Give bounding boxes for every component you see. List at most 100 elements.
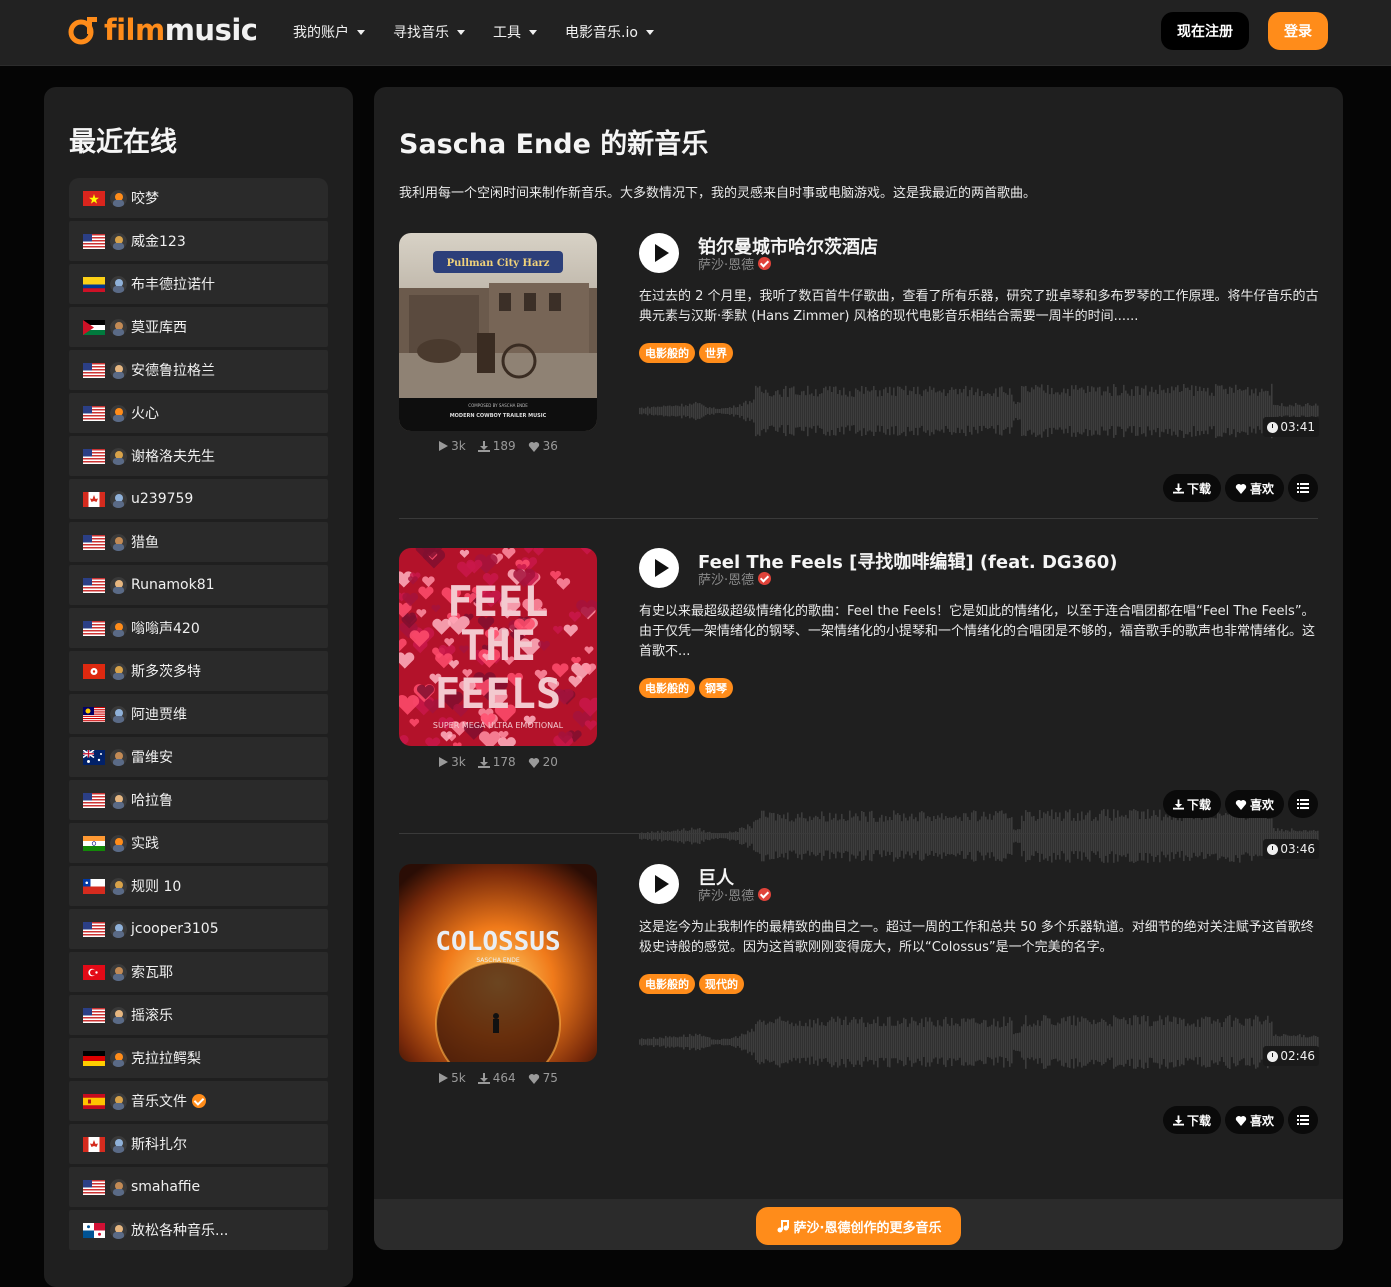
country-flag-icon [83, 620, 105, 636]
online-user-row[interactable]: 实践 [69, 823, 328, 863]
online-user-row[interactable]: 音乐文件 [69, 1081, 328, 1121]
login-button[interactable]: 登录 [1268, 12, 1328, 50]
user-name: 克拉拉鳄梨 [131, 1051, 201, 1067]
play-button[interactable] [639, 233, 679, 273]
online-user-row[interactable]: jcooper3105 [69, 909, 328, 949]
user-name: 布丰德拉诺什 [131, 277, 215, 293]
download-button[interactable]: 下载 [1162, 790, 1221, 818]
user-name: 谢格洛夫先生 [131, 449, 215, 465]
track-cover-image[interactable]: FEEL THE FEELS SUPER MEGA ULTRA EMOTIONA… [399, 548, 597, 746]
filmmusic-logo[interactable]: filmmusic [68, 12, 258, 48]
waveform-graphic [639, 1015, 1319, 1069]
play-button[interactable] [639, 548, 679, 588]
genre-tag[interactable]: 钢琴 [699, 678, 733, 698]
user-avatar [110, 1178, 127, 1196]
cover-caption-composer: COMPOSED BY SASCHA ENDE [468, 403, 528, 408]
user-avatar [110, 1049, 127, 1067]
track-artist[interactable]: 萨沙·恩德 [698, 569, 772, 588]
country-flag-icon [83, 749, 105, 765]
track-tags: 电影般的 世界 [639, 343, 733, 363]
online-user-row[interactable]: 哈拉鲁 [69, 780, 328, 820]
playlist-menu-button[interactable] [1288, 474, 1318, 502]
track-item: Pullman City Harz COMPOSED BY SASCHA END… [399, 233, 1319, 513]
play-button[interactable] [639, 864, 679, 904]
download-count-icon [477, 440, 490, 452]
nav-find-music[interactable]: 寻找音乐 [393, 22, 465, 42]
user-avatar [110, 533, 127, 551]
nav-filmmusic-io[interactable]: 电影音乐.io [565, 22, 654, 42]
user-avatar [110, 1135, 127, 1153]
music-note-icon [777, 1220, 789, 1233]
country-flag-icon [83, 448, 105, 464]
online-user-row[interactable]: 咬梦 [69, 178, 328, 218]
online-user-row[interactable]: 布丰德拉诺什 [69, 264, 328, 304]
verified-badge-icon [192, 1094, 206, 1108]
colossus-cover-art: COLOSSUS SASCHA ENDE [399, 864, 597, 1062]
online-user-row[interactable]: 火心 [69, 393, 328, 433]
like-button[interactable]: 喜欢 [1224, 474, 1284, 502]
user-name: 放松各种音乐... [131, 1223, 229, 1239]
heart-icon [1235, 799, 1247, 810]
user-avatar [110, 662, 127, 680]
online-user-row[interactable]: 索瓦耶 [69, 952, 328, 992]
playlist-menu-button[interactable] [1288, 1106, 1318, 1134]
track-waveform[interactable]: 03:41 [639, 379, 1319, 443]
nav-my-account[interactable]: 我的账户 [293, 22, 365, 42]
like-count-icon [528, 441, 539, 452]
download-button[interactable]: 下载 [1162, 1106, 1221, 1134]
genre-tag[interactable]: 现代的 [699, 974, 744, 994]
track-cover-image[interactable]: Pullman City Harz COMPOSED BY SASCHA END… [399, 233, 597, 431]
like-button[interactable]: 喜欢 [1224, 790, 1284, 818]
user-avatar [110, 834, 127, 852]
country-flag-icon [83, 233, 105, 249]
online-user-row[interactable]: u239759 [69, 479, 328, 519]
download-button[interactable]: 下载 [1162, 474, 1221, 502]
online-user-row[interactable]: 规则 10 [69, 866, 328, 906]
user-name: 斯科扎尔 [131, 1137, 187, 1153]
online-user-row[interactable]: 摇滚乐 [69, 995, 328, 1035]
track-artist[interactable]: 萨沙·恩德 [698, 885, 772, 904]
online-user-row[interactable]: 克拉拉鳄梨 [69, 1038, 328, 1078]
online-user-row[interactable]: 威金123 [69, 221, 328, 261]
verified-badge-icon [758, 572, 772, 585]
online-user-row[interactable]: 斯科扎尔 [69, 1124, 328, 1164]
online-user-row[interactable]: 谢格洛夫先生 [69, 436, 328, 476]
country-flag-icon [83, 1050, 105, 1066]
track-artist[interactable]: 萨沙·恩德 [698, 254, 772, 273]
user-avatar [110, 920, 127, 938]
chevron-down-icon [357, 29, 365, 35]
online-user-row[interactable]: 莫亚库西 [69, 307, 328, 347]
user-name: 安德鲁拉格兰 [131, 363, 215, 379]
track-waveform[interactable]: 02:46 [639, 1010, 1319, 1074]
cover-text-line2: THE [460, 621, 536, 670]
track-actions: 下载 喜欢 [1162, 1106, 1318, 1134]
online-user-row[interactable]: 安德鲁拉格兰 [69, 350, 328, 390]
genre-tag[interactable]: 电影般的 [639, 974, 695, 994]
online-user-row[interactable]: 阿迪贾维 [69, 694, 328, 734]
online-user-row[interactable]: 嗡嗡声420 [69, 608, 328, 648]
like-button[interactable]: 喜欢 [1224, 1106, 1284, 1134]
user-avatar [110, 447, 127, 465]
feels-cover-art: FEEL THE FEELS SUPER MEGA ULTRA EMOTIONA… [399, 548, 597, 746]
online-user-row[interactable]: 斯多茨多特 [69, 651, 328, 691]
user-name: 咬梦 [131, 191, 159, 207]
playlist-menu-button[interactable] [1288, 790, 1318, 818]
online-user-row[interactable]: 放松各种音乐... [69, 1210, 328, 1250]
track-cover-image[interactable]: COLOSSUS SASCHA ENDE [399, 864, 597, 1062]
user-avatar [110, 748, 127, 766]
list-icon [1297, 799, 1309, 809]
online-user-row[interactable]: smahaffie [69, 1167, 328, 1207]
nav-tools[interactable]: 工具 [493, 22, 537, 42]
online-user-row[interactable]: Runamok81 [69, 565, 328, 605]
genre-tag[interactable]: 电影般的 [639, 343, 695, 363]
register-button[interactable]: 现在注册 [1161, 12, 1249, 50]
genre-tag[interactable]: 世界 [699, 343, 733, 363]
user-name: 嗡嗡声420 [131, 621, 200, 637]
online-user-row[interactable]: 猎鱼 [69, 522, 328, 562]
genre-tag[interactable]: 电影般的 [639, 678, 695, 698]
online-user-row[interactable]: 雷维安 [69, 737, 328, 777]
chevron-down-icon [645, 29, 654, 35]
play-count-icon [439, 1073, 449, 1083]
more-music-button[interactable]: 萨沙·恩德创作的更多音乐 [756, 1207, 961, 1245]
track-duration: 03:41 [1263, 417, 1319, 437]
